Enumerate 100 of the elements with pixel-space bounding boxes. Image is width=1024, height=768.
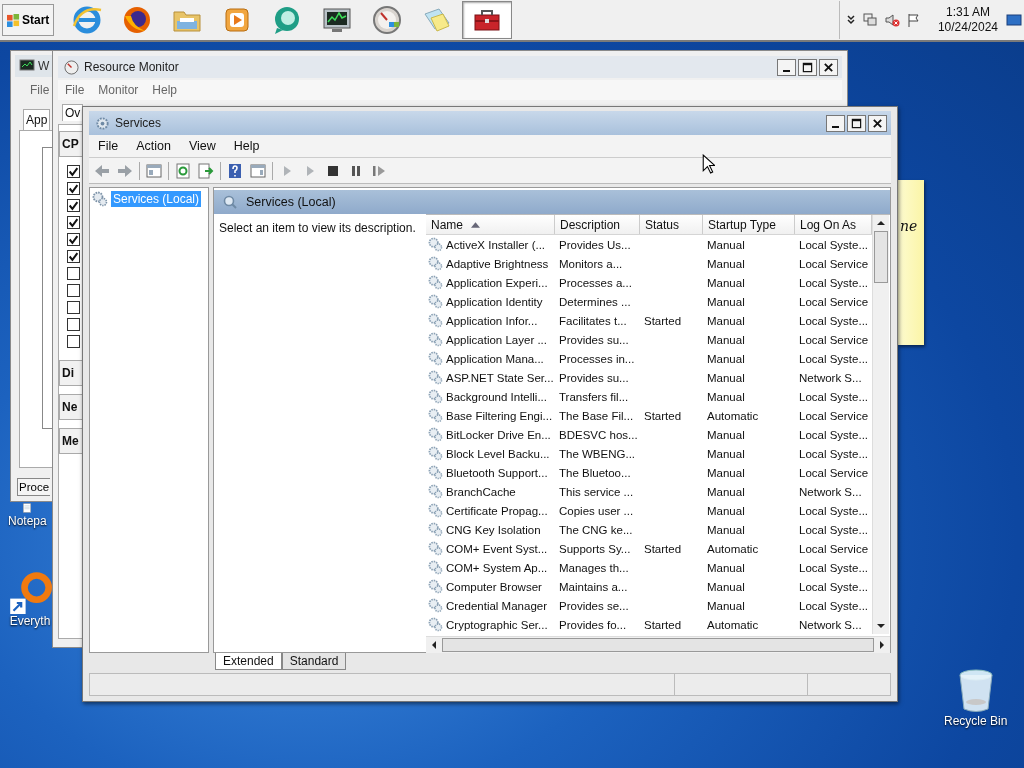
table-cell-text: Manual (706, 447, 746, 460)
table-cell-text: Manual (706, 314, 746, 327)
view-tab[interactable]: Extended (215, 653, 282, 670)
monitor-icon (19, 59, 35, 73)
menu-item[interactable]: Action (127, 139, 180, 153)
column-header[interactable]: Description (555, 215, 640, 234)
menu-item[interactable]: Help (145, 83, 185, 97)
scroll-thumb[interactable] (874, 231, 888, 283)
column-header[interactable]: Startup Type (703, 215, 795, 234)
menu-item[interactable]: Help (224, 139, 269, 153)
network-icon[interactable] (861, 12, 878, 28)
table-cell[interactable]: Application Mana... (426, 351, 555, 366)
desktop-icon-label[interactable]: Recycle Bin (944, 714, 1008, 728)
gauge-icon (371, 4, 404, 36)
checkbox[interactable] (67, 301, 80, 314)
checkbox[interactable] (67, 216, 80, 229)
gears-icon (428, 370, 443, 385)
checkbox[interactable] (67, 267, 80, 280)
table-cell[interactable]: Application Identity (426, 294, 555, 309)
table-cell-text: Determines ... (558, 295, 632, 308)
table-cell[interactable]: BranchCache (426, 484, 555, 499)
refresh-icon[interactable] (174, 161, 192, 180)
table-cell-text: Automatic (706, 409, 760, 422)
table-cell[interactable]: Application Layer ... (426, 332, 555, 347)
table-cell[interactable]: BitLocker Drive En... (426, 427, 555, 442)
table-cell[interactable]: Computer Browser (426, 579, 555, 594)
table-cell-text: Started (643, 409, 683, 422)
process-button[interactable]: Proce (17, 478, 51, 496)
checkbox[interactable] (67, 182, 80, 195)
table-cell[interactable]: ASP.NET State Ser... (426, 370, 555, 385)
column-header[interactable]: Name (426, 215, 555, 234)
minimize-button[interactable] (826, 114, 845, 132)
table-cell[interactable]: Bluetooth Support... (426, 465, 555, 480)
table-cell[interactable]: COM+ System Ap... (426, 560, 555, 575)
chevron-icon[interactable] (845, 14, 856, 26)
magnifier-icon[interactable] (8, 570, 52, 614)
table-cell[interactable]: Adaptive Brightness (426, 256, 555, 271)
table-cell-text: Local Service (798, 295, 870, 308)
checkbox[interactable] (67, 250, 80, 263)
pane-title: Services (Local) (246, 195, 336, 209)
table-cell-text: Maintains a... (558, 580, 629, 593)
checkbox[interactable] (67, 335, 80, 348)
checkbox[interactable] (67, 233, 80, 246)
table-cell[interactable]: Cryptographic Ser... (426, 617, 555, 632)
section-header[interactable]: Di (59, 360, 82, 386)
show-desktop-icon[interactable] (1006, 14, 1022, 26)
table-cell[interactable]: Block Level Backu... (426, 446, 555, 461)
clock-date: 10/24/2024 (937, 20, 998, 35)
gears-icon (428, 332, 443, 347)
volume-muted-icon[interactable] (883, 12, 900, 28)
checkbox[interactable] (67, 318, 80, 331)
windows-logo-icon (7, 13, 20, 27)
scroll-thumb[interactable] (442, 638, 874, 652)
view-tab[interactable]: Standard (281, 653, 347, 670)
desktop-icon-label[interactable]: Notepa (8, 514, 47, 528)
table-cell-text: Manual (706, 295, 746, 308)
menu-item[interactable]: File (23, 83, 57, 97)
table-cell-text: Manual (706, 257, 746, 270)
table-cell[interactable]: Background Intelli... (426, 389, 555, 404)
column-header[interactable]: Status (640, 215, 703, 234)
export-list-icon[interactable] (197, 161, 215, 180)
table-cell-text: The Base Fil... (558, 409, 635, 422)
taskbar-button[interactable] (462, 1, 513, 39)
table-cell-text: Manual (706, 390, 746, 403)
table-cell[interactable]: Certificate Propag... (426, 503, 555, 518)
section-header[interactable]: Ne (59, 394, 82, 420)
menu-item[interactable]: Monitor (91, 83, 146, 97)
gears-icon (428, 598, 443, 613)
tab[interactable]: Ov (62, 104, 84, 121)
close-button[interactable] (868, 114, 887, 132)
menu-item[interactable]: File (58, 83, 92, 97)
table-cell[interactable]: Application Experi... (426, 275, 555, 290)
horizontal-scrollbar[interactable] (426, 636, 890, 653)
menu-item[interactable]: View (179, 139, 225, 153)
flag-icon[interactable] (905, 12, 922, 28)
gears-icon (428, 351, 443, 366)
vertical-scrollbar[interactable] (872, 215, 889, 634)
table-cell-text: Local Syste... (798, 276, 870, 289)
section-header[interactable]: Me (59, 428, 82, 454)
checkbox[interactable] (67, 284, 80, 297)
table-cell-text: Manual (706, 352, 746, 365)
note-text: ne (900, 218, 918, 234)
checkbox[interactable] (67, 165, 80, 178)
menu-item[interactable]: File (89, 139, 128, 153)
table-cell[interactable]: Credential Manager (426, 598, 555, 613)
table-cell-text: Manual (706, 561, 746, 574)
help-icon[interactable] (226, 161, 244, 180)
desktop-icon-label[interactable]: Everyth (9, 614, 51, 628)
table-cell[interactable]: Application Infor... (426, 313, 555, 328)
table-cell[interactable]: ActiveX Installer (... (426, 237, 555, 252)
tab[interactable]: App (23, 109, 51, 130)
section-header[interactable]: CP (59, 131, 82, 157)
table-cell[interactable]: COM+ Event Syst... (426, 541, 555, 556)
maximize-button[interactable] (847, 114, 866, 132)
table-cell[interactable]: Base Filtering Engi... (426, 408, 555, 423)
checkbox[interactable] (67, 199, 80, 212)
sticky-note[interactable]: ne (898, 180, 924, 345)
start-button[interactable]: Start (2, 4, 55, 36)
table-cell[interactable]: CNG Key Isolation (426, 522, 555, 537)
gear-icon (95, 115, 110, 131)
